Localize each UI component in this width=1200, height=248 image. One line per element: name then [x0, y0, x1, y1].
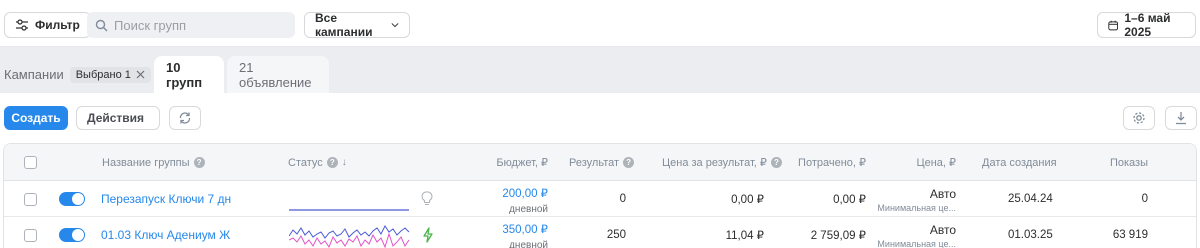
top-toolbar: Фильтр Все кампании 1–6 май 2025 [0, 0, 1200, 47]
status-toggle[interactable] [59, 228, 85, 242]
header-created[interactable]: Дата создания [982, 144, 1057, 181]
impressions-value: 63 919 [1112, 229, 1148, 241]
group-name-link[interactable]: 01.03 Ключ Адениум Ж [101, 217, 230, 248]
header-name[interactable]: Название группы ? [102, 144, 205, 181]
price-strategy: Минимальная це... [877, 239, 956, 248]
group-name-link[interactable]: Перезапуск Ключи 7 дн [101, 181, 231, 217]
budget-cell[interactable]: 200,00 ₽ дневной [484, 181, 548, 217]
create-button[interactable]: Создать [4, 106, 68, 130]
help-icon[interactable]: ? [623, 157, 635, 168]
date-range-picker[interactable]: 1–6 май 2025 [1097, 11, 1196, 39]
chevron-down-icon [391, 23, 399, 28]
price-value: Авто [929, 187, 956, 201]
header-spent[interactable]: Потрачено, ₽ [794, 144, 866, 181]
created-date: 25.04.24 [1008, 193, 1053, 205]
download-icon [1176, 112, 1186, 125]
settings-button[interactable] [1123, 106, 1155, 130]
table-row[interactable]: Перезапуск Ключи 7 дн 200,00 ₽ дневной 0… [4, 181, 1196, 217]
header-price[interactable]: Цена, ₽ [904, 144, 956, 181]
filter-label: Фильтр [35, 18, 80, 32]
tab-campaigns[interactable]: Кампании Выбрано 1 [0, 56, 163, 93]
download-button[interactable] [1165, 106, 1197, 130]
budget-value: 350,00 ₽ [502, 224, 548, 236]
refresh-button[interactable] [169, 106, 201, 130]
selected-chip-label: Выбрано 1 [75, 68, 131, 81]
tab-campaigns-label: Кампании [4, 67, 64, 82]
cost-per-result-value: 0,00 ₽ [731, 194, 764, 206]
header-result-label: Результат [569, 156, 620, 169]
created-date: 01.03.25 [1008, 229, 1053, 241]
help-icon[interactable]: ? [770, 157, 782, 168]
sort-arrow-icon[interactable]: ↓ [342, 157, 347, 168]
filter-button[interactable]: Фильтр [4, 12, 91, 38]
row-checkbox[interactable] [24, 193, 37, 206]
search-box[interactable] [87, 12, 295, 38]
help-icon[interactable]: ? [326, 157, 338, 168]
tab-groups[interactable]: 10 групп [154, 56, 224, 93]
refresh-icon [179, 112, 191, 124]
campaigns-select-value: Все кампании [315, 11, 373, 39]
price-strategy: Минимальная це... [877, 203, 956, 213]
header-impressions-label: Показы [1109, 156, 1148, 169]
select-all-checkbox[interactable] [24, 156, 37, 169]
table-header: Название группы ? Статус ? ↓ Бюджет, ₽ Р… [4, 144, 1196, 181]
tab-ads-label: 21 объявление [239, 59, 312, 90]
cost-per-result-value: 11,04 ₽ [725, 230, 764, 242]
spent-value: 0,00 ₽ [833, 194, 866, 206]
budget-cell[interactable]: 350,00 ₽ дневной [484, 217, 548, 248]
status-toggle[interactable] [59, 192, 85, 206]
actions-label: Действия [87, 111, 145, 125]
budget-period: дневной [509, 204, 548, 215]
sliders-icon [16, 19, 28, 31]
header-spent-label: Потрачено, ₽ [798, 157, 866, 169]
help-icon[interactable]: ? [193, 157, 205, 168]
result-value: 250 [606, 229, 626, 241]
search-input[interactable] [114, 17, 284, 33]
tab-groups-label: 10 групп [166, 59, 203, 90]
price-cell: Авто Минимальная це... [872, 217, 956, 248]
header-status-label: Статус [288, 156, 323, 169]
header-impressions[interactable]: Показы [1104, 144, 1148, 181]
header-status[interactable]: Статус ? ↓ [288, 144, 347, 181]
close-icon[interactable] [136, 70, 145, 79]
price-value: Авто [929, 223, 956, 237]
create-label: Создать [11, 111, 61, 125]
gear-icon [1133, 112, 1145, 124]
budget-value: 200,00 ₽ [502, 188, 548, 200]
header-cost-per-result[interactable]: Цена за результат, ₽ ? [662, 144, 782, 181]
header-cost-label: Цена за результат, ₽ [662, 157, 767, 169]
actions-dropdown[interactable]: Действия [76, 106, 160, 130]
header-created-label: Дата создания [982, 156, 1057, 169]
search-icon [95, 19, 108, 31]
tab-ads[interactable]: 21 объявление [227, 56, 329, 93]
header-budget-label: Бюджет, ₽ [496, 157, 548, 169]
header-budget[interactable]: Бюджет, ₽ [496, 144, 548, 181]
result-value: 0 [619, 193, 626, 205]
table-row[interactable]: 01.03 Ключ Адениум Ж 350,00 ₽ дневной 25… [4, 217, 1196, 248]
impressions-value: 0 [1141, 193, 1148, 205]
date-range-value: 1–6 май 2025 [1124, 11, 1171, 39]
price-cell: Авто Минимальная це... [872, 181, 956, 217]
status-sparkline [289, 225, 410, 248]
lightning-icon [423, 227, 433, 243]
lightbulb-icon [421, 191, 433, 206]
groups-table: Название группы ? Статус ? ↓ Бюджет, ₽ Р… [3, 143, 1197, 248]
header-price-label: Цена, ₽ [916, 157, 956, 169]
budget-period: дневной [509, 240, 548, 248]
spent-value: 2 759,09 ₽ [810, 230, 866, 242]
calendar-icon [1108, 20, 1119, 30]
selected-chip: Выбрано 1 [69, 66, 151, 83]
campaigns-select[interactable]: Все кампании [304, 11, 410, 39]
header-name-label: Название группы [102, 156, 190, 169]
status-sparkline [289, 209, 409, 211]
header-result[interactable]: Результат ? [569, 144, 635, 181]
row-checkbox[interactable] [24, 229, 37, 242]
